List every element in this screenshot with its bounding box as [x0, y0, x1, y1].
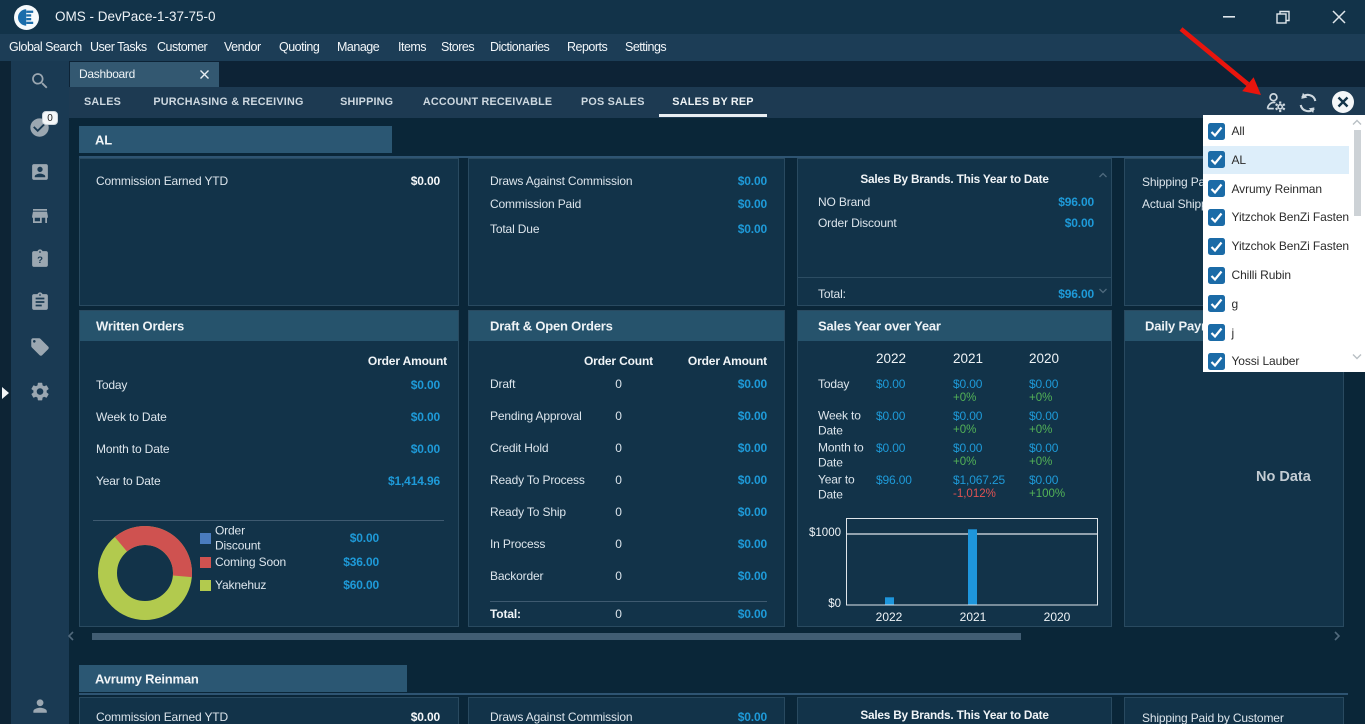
svg-text:?: ? — [37, 255, 43, 266]
svg-text:$1000: $1000 — [809, 527, 841, 539]
svg-text:2021: 2021 — [960, 610, 987, 623]
svg-text:2022: 2022 — [876, 610, 903, 623]
svg-text:2020: 2020 — [1044, 610, 1071, 623]
svg-text:$0: $0 — [828, 598, 841, 610]
